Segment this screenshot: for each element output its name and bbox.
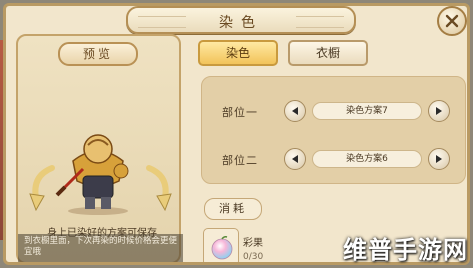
tab-wardrobe[interactable]: 衣橱 bbox=[288, 40, 368, 66]
triangle-right-icon bbox=[436, 107, 442, 115]
part-one-next-button[interactable] bbox=[428, 100, 450, 122]
triangle-right-icon bbox=[436, 155, 442, 163]
triangle-left-icon bbox=[292, 155, 298, 163]
close-button[interactable] bbox=[437, 6, 467, 36]
title-ribbon: 染色 bbox=[126, 6, 356, 34]
material-slot[interactable] bbox=[203, 228, 239, 262]
preview-description: 到衣橱里面，下次再染的时候价格会更便宜哦 bbox=[18, 234, 183, 262]
part-two-next-button[interactable] bbox=[428, 148, 450, 170]
tab-dye[interactable]: 染色 bbox=[198, 40, 278, 66]
colorful-fruit-icon bbox=[211, 236, 233, 260]
part-two-label: 部位二 bbox=[222, 154, 258, 167]
character-model[interactable] bbox=[53, 121, 143, 216]
close-icon bbox=[445, 14, 459, 28]
dye-parts-panel: 部位一 染色方案7 部位二 染色方案6 bbox=[201, 76, 466, 184]
part-one-label: 部位一 bbox=[222, 106, 258, 119]
rotate-right-icon[interactable] bbox=[145, 164, 173, 216]
part-two-scheme: 染色方案6 bbox=[312, 150, 422, 168]
preview-tag: 预览 bbox=[58, 42, 138, 66]
window-title: 染色 bbox=[219, 15, 263, 31]
material-name: 彩果 bbox=[243, 238, 263, 249]
cost-tag: 消耗 bbox=[204, 198, 262, 220]
rotate-left-icon[interactable] bbox=[28, 164, 56, 216]
triangle-left-icon bbox=[292, 107, 298, 115]
part-one-prev-button[interactable] bbox=[284, 100, 306, 122]
part-two-prev-button[interactable] bbox=[284, 148, 306, 170]
dye-window: 染色 预览 身上已染好的方案可保存 到衣橱里面，下次再染的时候价格会更便宜哦 bbox=[3, 3, 470, 265]
preview-panel: 预览 身上已染好的方案可保存 到衣橱里面，下次再染的时候价格会更便宜哦 bbox=[16, 34, 183, 262]
watermark: 维普手游网 bbox=[343, 236, 468, 264]
part-one-scheme: 染色方案7 bbox=[312, 102, 422, 120]
material-count: 0/30 bbox=[243, 252, 264, 262]
